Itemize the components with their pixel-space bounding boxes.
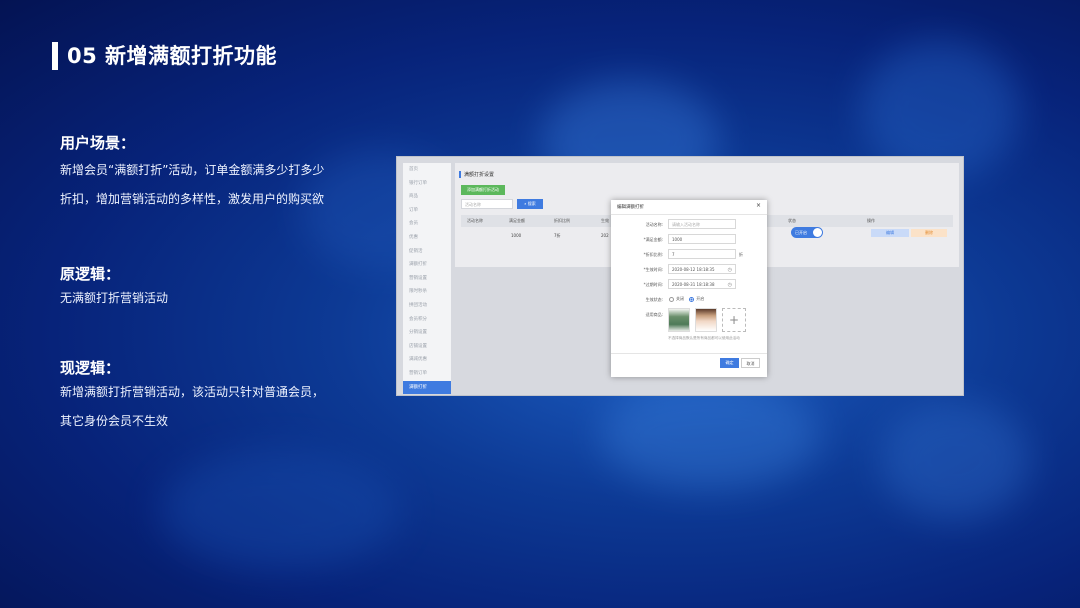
status-label: 生效状态: <box>645 297 663 302</box>
product-thumbnail[interactable] <box>668 308 690 332</box>
background-glow <box>600 380 820 490</box>
activity-name-input[interactable]: 请输入活动名称 <box>668 219 736 229</box>
new-logic-line: 新增满额打折营销活动，该活动只针对普通会员， <box>60 385 325 399</box>
sidebar-item[interactable]: 银行订单 <box>403 177 451 191</box>
sidebar-item[interactable]: 限时秒杀 <box>403 285 451 299</box>
discount-input[interactable]: 7 <box>668 249 736 259</box>
background-glow <box>160 450 400 570</box>
col-effective: 生效 <box>601 218 609 223</box>
edit-button[interactable]: 编辑 <box>871 229 909 237</box>
scenario-heading: 用户场景： <box>60 134 136 152</box>
sidebar-item[interactable]: 满减优惠 <box>403 353 451 367</box>
discount-unit: 折 <box>739 252 743 257</box>
scenario-line: 新增会员“满额打折”活动，订单金额满多少打多少 <box>60 163 325 177</box>
sidebar-item[interactable]: 商品 <box>403 190 451 204</box>
edit-discount-modal: 编辑满额打折 × 活动名称: 请输入活动名称 *满足金额: 1000 *折扣比例… <box>611 200 767 377</box>
old-logic-text: 无满额打折营销活动 <box>60 284 168 313</box>
scenario-line: 折扣，增加营销活动的多样性，激发用户的购买欲 <box>60 192 325 206</box>
col-amount: 满足金额 <box>509 218 525 223</box>
cancel-button[interactable]: 取消 <box>741 358 760 368</box>
col-discount: 折扣比例 <box>554 218 570 223</box>
old-logic-line: 无满额打折营销活动 <box>60 291 169 305</box>
sidebar-item[interactable]: 分销设置 <box>403 326 451 340</box>
amount-label: *满足金额: <box>643 237 663 242</box>
sidebar-item[interactable]: 店铺设置 <box>403 340 451 354</box>
search-button[interactable]: ⌕ 搜索 <box>517 199 543 209</box>
sidebar-item[interactable]: 满额打折 <box>403 380 451 395</box>
panel-title: 满额打折设置 <box>459 171 494 178</box>
search-button-label: 搜索 <box>527 201 536 206</box>
status-radio-group: 关闭 开启 <box>669 296 704 302</box>
divider <box>611 353 767 354</box>
new-logic-text: 新增满额打折营销活动，该活动只针对普通会员， 其它身份会员不生效 <box>60 378 324 436</box>
activity-search-input[interactable]: 活动名称 <box>461 199 513 209</box>
admin-sidebar: 首页 银行订单 商品 订单 会员 优惠 促销活 满额打折 营销设置 限时秒杀 拼团活动 会员积分 分销设… <box>403 163 451 395</box>
sidebar-item[interactable]: 订单 <box>403 204 451 218</box>
clock-icon: ◷ <box>727 282 732 288</box>
delete-button[interactable]: 删除 <box>911 229 947 237</box>
product-thumbnail[interactable] <box>695 308 717 332</box>
goods-label: 适用商品: <box>645 312 663 317</box>
radio-off[interactable] <box>669 296 674 302</box>
row-discount: 7折 <box>554 233 561 238</box>
sidebar-item[interactable]: 促销活 <box>403 245 451 259</box>
row-date: 202 <box>601 233 609 238</box>
end-time-picker[interactable]: 2020-08-31 18:18:38 ◷ <box>668 279 736 289</box>
status-toggle-label: 已开启 <box>795 230 807 235</box>
sidebar-item[interactable]: 优惠 <box>403 231 451 245</box>
sidebar-item[interactable]: 满额打折 <box>403 258 451 272</box>
radio-on[interactable] <box>689 296 695 302</box>
close-icon[interactable]: × <box>756 202 761 209</box>
new-logic-heading: 现逻辑： <box>60 359 121 377</box>
end-time-label: *过期时间: <box>643 282 663 287</box>
title-accent-bar <box>52 42 58 70</box>
modal-title: 编辑满额打折 <box>617 205 644 210</box>
add-discount-button[interactable]: 添加满额打折活动 <box>461 185 505 195</box>
sidebar-item[interactable]: 会员积分 <box>403 313 451 327</box>
start-time-picker[interactable]: 2020-08-12 18:18:35 ◷ <box>668 264 736 274</box>
discount-label: *折扣比例: <box>643 252 663 257</box>
add-product-icon[interactable]: + <box>722 308 746 332</box>
background-glow <box>880 400 1030 520</box>
confirm-button[interactable]: 确定 <box>720 358 739 368</box>
goods-hint: 不选择商品默认是所有商品都可以使用此活动 <box>668 336 740 340</box>
end-time-value: 2020-08-31 18:18:38 <box>672 282 715 287</box>
col-actions: 操作 <box>867 218 875 223</box>
start-time-value: 2020-08-12 18:18:35 <box>672 267 715 272</box>
start-time-label: *生效时间: <box>643 267 663 272</box>
amount-input[interactable]: 1000 <box>668 234 736 244</box>
old-logic-heading: 原逻辑： <box>60 265 121 283</box>
new-logic-line: 其它身份会员不生效 <box>60 414 169 428</box>
col-status: 状态 <box>788 218 796 223</box>
sidebar-item[interactable]: 首页 <box>403 163 451 177</box>
sidebar-item[interactable]: 营销订单 <box>403 367 451 381</box>
scenario-text: 新增会员“满额打折”活动，订单金额满多少打多少 折扣，增加营销活动的多样性，激发… <box>60 156 324 214</box>
slide-title: 05 新增满额打折功能 <box>67 44 278 68</box>
radio-off-label: 关闭 <box>676 296 684 301</box>
name-label: 活动名称: <box>645 222 663 227</box>
divider <box>611 214 767 215</box>
sidebar-item[interactable]: 拼团活动 <box>403 299 451 313</box>
status-toggle[interactable]: 已开启 <box>791 227 823 238</box>
col-name: 活动名称 <box>467 218 483 223</box>
radio-on-label: 开启 <box>696 296 705 301</box>
sidebar-item[interactable]: 营销设置 <box>403 272 451 286</box>
sidebar-item[interactable]: 会员 <box>403 217 451 231</box>
clock-icon: ◷ <box>727 267 732 273</box>
sidebar-item[interactable]: 设置 <box>403 394 451 395</box>
admin-screenshot: 首页 银行订单 商品 订单 会员 优惠 促销活 满额打折 营销设置 限时秒杀 拼团活动 会员积分 分销设… <box>396 156 964 396</box>
row-amount: 1000 <box>511 233 522 238</box>
toggle-knob <box>813 228 822 237</box>
